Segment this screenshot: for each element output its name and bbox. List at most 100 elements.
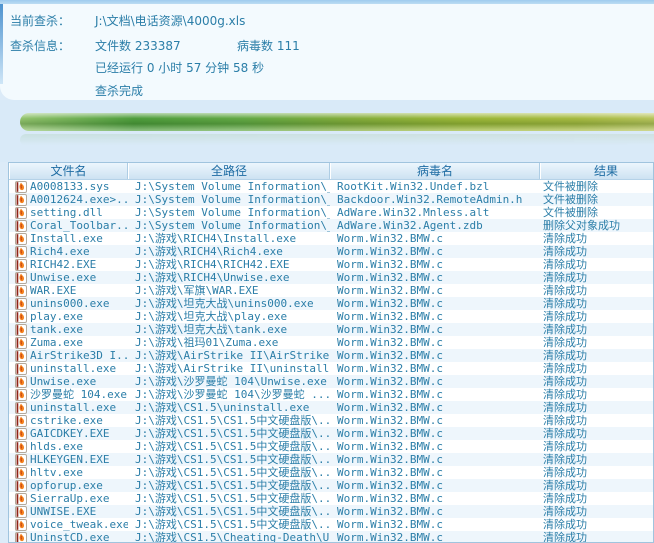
cell-virusname: Worm.Win32.BMW.c [337,414,443,427]
table-row[interactable]: cstrike.exe J:\游戏\CS1.5\CS1.5中文硬盘版\... Wor… [9,414,653,427]
table-row[interactable]: AirStrike3D I... J:\游戏\AirStrike II\AirSt… [9,349,653,362]
table-row[interactable]: Unwise.exe J:\游戏\沙罗曼蛇 104\Unwise.exe Worm.… [9,375,653,388]
progress-bar-reflection [20,134,654,146]
table-row[interactable]: 沙罗曼蛇 104.exe J:\游戏\沙罗曼蛇 104\沙罗曼蛇 ... Worm.… [9,388,653,401]
virus-file-icon [15,323,27,336]
cell-filename[interactable]: Coral_Toolbar... [9,219,128,232]
cell-result: 清除成功 [543,375,587,388]
table-row[interactable]: Install.exe J:\游戏\RICH4\Install.exe Worm.W… [9,232,653,245]
cell-filename[interactable]: Unwise.exe [9,271,128,284]
cell-fullpath: J:\游戏\坦克大战\play.exe [135,310,288,323]
cell-filename[interactable]: play.exe [9,310,128,323]
cell-filename[interactable]: uninstall.exe [9,401,128,414]
virus-file-icon [15,310,27,323]
cell-filename[interactable]: hltv.exe [9,466,128,479]
virus-file-icon [15,336,27,349]
cell-result: 清除成功 [543,271,587,284]
cell-filename[interactable]: HLKEYGEN.EXE [9,453,128,466]
cell-result: 清除成功 [543,232,587,245]
cell-virusname: Worm.Win32.BMW.c [337,401,443,414]
cell-filename[interactable]: voice_tweak.exe [9,518,128,531]
table-row[interactable]: opforup.exe J:\游戏\CS1.5\CS1.5中文硬盘版\... Wor… [9,479,653,492]
table-row[interactable]: GAICDKEY.EXE J:\游戏\CS1.5\CS1.5中文硬盘版\... Wo… [9,427,653,440]
cell-fullpath: J:\游戏\RICH4\Unwise.exe [135,271,290,284]
cell-filename[interactable]: Unwise.exe [9,375,128,388]
virus-file-icon [15,258,27,271]
table-row[interactable]: setting.dll J:\System Volume Information\… [9,206,653,219]
cell-filename[interactable]: cstrike.exe [9,414,128,427]
cell-filename[interactable]: unins000.exe [9,297,128,310]
cell-filename[interactable]: A0012624.exe>... [9,193,128,206]
table-row[interactable]: A0012624.exe>... J:\System Volume Informa… [9,193,653,206]
cell-fullpath: J:\游戏\沙罗曼蛇 104\Unwise.exe [135,375,327,388]
files-count-text: 文件数 233387 [95,39,181,53]
scan-info-panel: 当前查杀： J:\文档\电话资源\4000g.xls 查杀信息： 文件数 233… [0,4,654,100]
table-row[interactable]: SierraUp.exe J:\游戏\CS1.5\CS1.5中文硬盘版\... Wo… [9,492,653,505]
cell-filename[interactable]: WAR.EXE [9,284,128,297]
virus-file-icon [15,479,27,492]
column-header-fullpath[interactable]: 全路径 [128,163,330,179]
cell-filename[interactable]: hlds.exe [9,440,128,453]
filename-text: A0012624.exe>... [30,193,128,206]
cell-fullpath: J:\游戏\CS1.5\CS1.5中文硬盘版\... [135,492,330,505]
table-row[interactable]: voice_tweak.exe J:\游戏\CS1.5\CS1.5中文硬盘版\..… [9,518,653,531]
cell-result: 文件被删除 [543,206,598,219]
current-scan-path: J:\文档\电话资源\4000g.xls [95,14,246,28]
cell-filename[interactable]: uninstall.exe [9,362,128,375]
cell-filename[interactable]: SierraUp.exe [9,492,128,505]
cell-filename[interactable]: Zuma.exe [9,336,128,349]
cell-fullpath: J:\System Volume Information\_... [135,193,330,206]
column-header-virusname[interactable]: 病毒名 [330,163,540,179]
cell-result: 清除成功 [543,440,587,453]
filename-text: UninstCD.exe [30,531,110,543]
cell-filename[interactable]: RICH42.EXE [9,258,128,271]
table-row[interactable]: Unwise.exe J:\游戏\RICH4\Unwise.exe Worm.Win… [9,271,653,284]
table-row[interactable]: uninstall.exe J:\游戏\CS1.5\uninstall.exe Wo… [9,401,653,414]
table-row[interactable]: Zuma.exe J:\游戏\祖玛01\Zuma.exe Worm.Win32.BM… [9,336,653,349]
cell-virusname: Worm.Win32.BMW.c [337,505,443,518]
column-header-result[interactable]: 结果 [540,163,653,179]
table-row[interactable]: A0008133.sys J:\System Volume Information… [9,180,653,193]
cell-virusname: Backdoor.Win32.RemoteAdmin.h [337,193,523,206]
table-row[interactable]: RICH42.EXE J:\游戏\RICH4\RICH42.EXE Worm.Win… [9,258,653,271]
table-row[interactable]: unins000.exe J:\游戏\坦克大战\unins000.exe Worm.… [9,297,653,310]
cell-filename[interactable]: A0008133.sys [9,180,128,193]
cell-filename[interactable]: UninstCD.exe [9,531,128,543]
column-header-filename[interactable]: 文件名 [9,163,128,179]
table-row[interactable]: hltv.exe J:\游戏\CS1.5\CS1.5中文硬盘版\... Worm.W… [9,466,653,479]
filename-text: 沙罗曼蛇 104.exe [30,388,127,401]
cell-filename[interactable]: AirStrike3D I... [9,349,128,362]
table-row[interactable]: uninstall.exe J:\游戏\AirStrike II\uninstal… [9,362,653,375]
table-row[interactable]: hlds.exe J:\游戏\CS1.5\CS1.5中文硬盘版\... Worm.W… [9,440,653,453]
table-row[interactable]: HLKEYGEN.EXE J:\游戏\CS1.5\CS1.5中文硬盘版\... Wo… [9,453,653,466]
cell-filename[interactable]: Install.exe [9,232,128,245]
table-row[interactable]: UninstCD.exe J:\游戏\CS1.5\Cheating-Death\U… [9,531,653,543]
cell-filename[interactable]: GAICDKEY.EXE [9,427,128,440]
table-body: A0008133.sys J:\System Volume Information… [9,180,653,543]
table-row[interactable]: play.exe J:\游戏\坦克大战\play.exe Worm.Win32.BM… [9,310,653,323]
cell-result: 清除成功 [543,453,587,466]
table-row[interactable]: tank.exe J:\游戏\坦克大战\tank.exe Worm.Win32.BM… [9,323,653,336]
filename-text: setting.dll [30,206,103,219]
table-row[interactable]: UNWISE.EXE J:\游戏\CS1.5\CS1.5中文硬盘版\... Worm… [9,505,653,518]
cell-filename[interactable]: 沙罗曼蛇 104.exe [9,388,128,401]
cell-result: 清除成功 [543,466,587,479]
cell-result: 清除成功 [543,414,587,427]
virus-file-icon [15,453,27,466]
cell-virusname: Worm.Win32.BMW.c [337,466,443,479]
virus-file-icon [15,206,27,219]
cell-virusname: Worm.Win32.BMW.c [337,375,443,388]
table-row[interactable]: Rich4.exe J:\游戏\RICH4\Rich4.exe Worm.Win32… [9,245,653,258]
virus-count-text: 病毒数 111 [237,39,300,53]
cell-filename[interactable]: UNWISE.EXE [9,505,128,518]
cell-fullpath: J:\游戏\CS1.5\CS1.5中文硬盘版\... [135,505,330,518]
progress-zone [0,100,654,162]
filename-text: A0008133.sys [30,180,110,193]
cell-filename[interactable]: setting.dll [9,206,128,219]
table-row[interactable]: WAR.EXE J:\游戏\军旗\WAR.EXE Worm.Win32.BMW.c 清… [9,284,653,297]
cell-fullpath: J:\游戏\RICH4\Install.exe [135,232,297,245]
cell-filename[interactable]: tank.exe [9,323,128,336]
table-row[interactable]: Coral_Toolbar... J:\System Volume Informa… [9,219,653,232]
cell-filename[interactable]: opforup.exe [9,479,128,492]
cell-filename[interactable]: Rich4.exe [9,245,128,258]
